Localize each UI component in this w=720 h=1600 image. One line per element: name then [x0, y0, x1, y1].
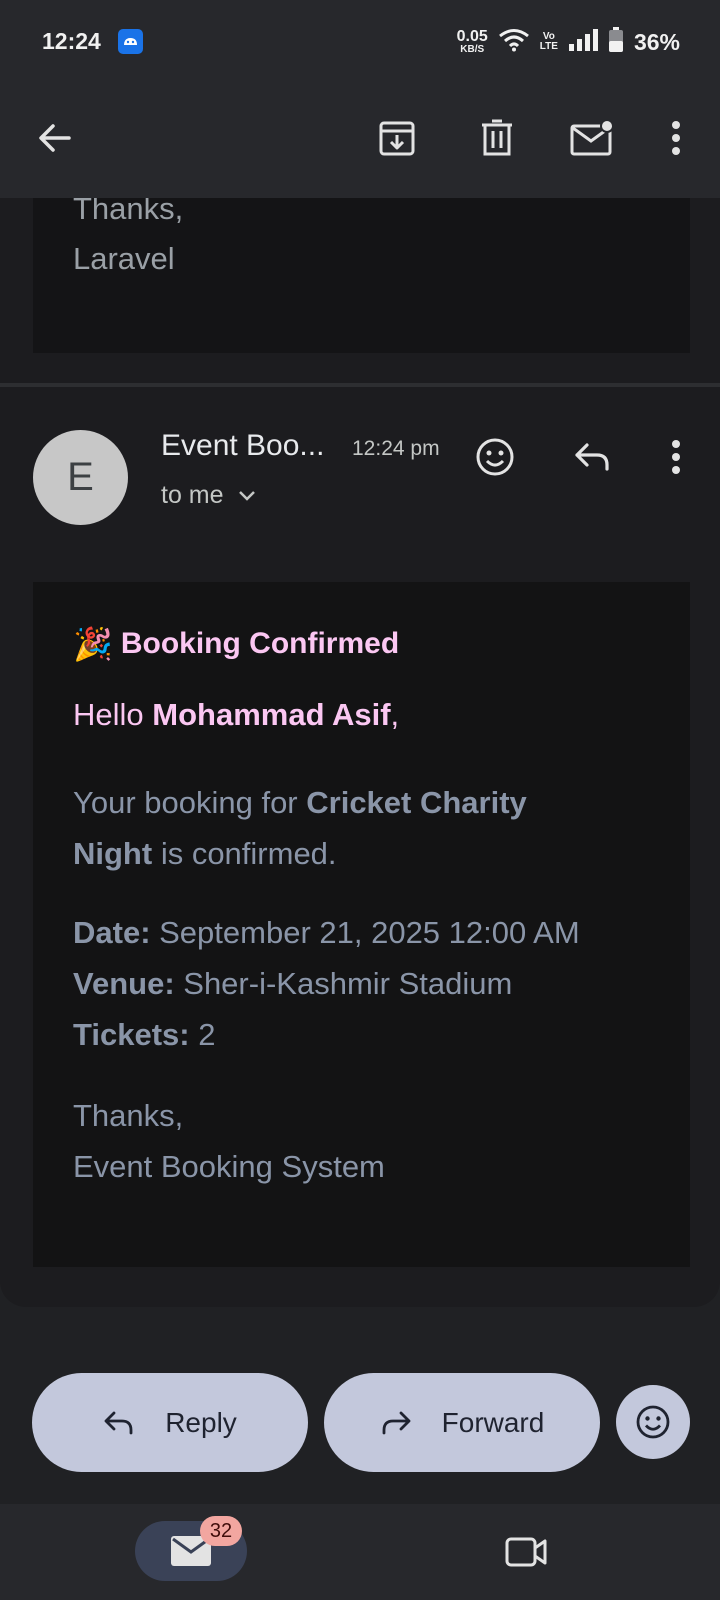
recipient-details-toggle[interactable]: to me	[161, 481, 256, 510]
previous-message-card: Thanks, Laravel	[0, 198, 720, 383]
greeting-prefix: Hello	[73, 697, 153, 732]
chevron-down-icon	[238, 490, 255, 501]
signal-icon	[568, 28, 598, 57]
battery-level: 36%	[633, 28, 680, 55]
add-reaction-button[interactable]	[470, 432, 520, 482]
forward-icon	[382, 1411, 411, 1434]
tickets-row: Tickets: 2	[73, 1009, 580, 1060]
recipient-label: to me	[161, 481, 224, 509]
unread-count-badge: 32	[200, 1516, 242, 1546]
forward-button-label: Forward	[441, 1406, 545, 1438]
battery-icon	[608, 26, 624, 58]
wifi-icon	[498, 28, 530, 57]
previous-message-text: Thanks, Laravel	[73, 198, 184, 276]
greeting-suffix: ,	[390, 697, 400, 732]
booking-suffix: is confirmed.	[152, 836, 337, 871]
status-bar: 12:24 0.05 KB/S Vo LTE 36%	[0, 0, 720, 84]
status-time: 12:24	[42, 28, 101, 54]
greeting: Hello Mohammad Asif,	[73, 697, 399, 733]
more-options-button[interactable]	[651, 113, 701, 163]
status-indicators: 0.05 KB/S Vo LTE 36%	[457, 22, 680, 62]
network-speed-unit: KB/S	[460, 44, 485, 55]
volte-bottom: LTE	[539, 41, 558, 52]
email-heading: 🎉 Booking Confirmed	[73, 625, 399, 663]
smiley-icon	[636, 1405, 670, 1439]
android-notification-icon	[118, 29, 143, 54]
archive-icon	[379, 121, 415, 156]
more-vert-icon	[672, 121, 680, 155]
reply-button[interactable]: Reply	[32, 1373, 308, 1472]
venue-value: Sher-i-Kashmir Stadium	[174, 966, 513, 1001]
forward-button[interactable]: Forward	[324, 1373, 600, 1472]
bottom-navigation: 32	[0, 1504, 720, 1600]
booking-prefix: Your booking for	[73, 785, 307, 820]
recipient-name: Mohammad Asif	[152, 697, 391, 732]
delete-button[interactable]	[472, 113, 522, 163]
booking-statement: Your booking for Cricket Charity Night i…	[73, 777, 613, 879]
emoji-reaction-button[interactable]	[616, 1385, 690, 1459]
mark-unread-button[interactable]	[567, 113, 617, 163]
smiley-icon	[476, 438, 514, 476]
tickets-label: Tickets:	[73, 1017, 190, 1052]
delete-icon	[482, 119, 512, 156]
reply-button-label: Reply	[165, 1406, 237, 1438]
message-card: E Event Boo... 12:24 pm to me 🎉 Booking …	[0, 387, 720, 1307]
date-value: September 21, 2025 12:00 AM	[150, 915, 580, 950]
message-more-button[interactable]	[651, 432, 701, 482]
signature-thanks: Thanks,	[73, 1098, 184, 1133]
sender-name[interactable]: Event Boo...	[161, 429, 324, 463]
signature-name: Event Booking System	[73, 1149, 385, 1184]
archive-button[interactable]	[372, 113, 422, 163]
date-row: Date: September 21, 2025 12:00 AM	[73, 907, 580, 958]
email-body: 🎉 Booking Confirmed Hello Mohammad Asif,…	[33, 582, 690, 1267]
previous-message-body: Thanks, Laravel	[33, 198, 690, 353]
back-arrow-icon	[39, 124, 71, 152]
mark-unread-icon	[570, 119, 614, 156]
venue-row: Venue: Sher-i-Kashmir Stadium	[73, 958, 580, 1009]
reply-icon-button[interactable]	[567, 432, 617, 482]
video-camera-icon	[505, 1537, 547, 1567]
sender-avatar[interactable]: E	[33, 430, 128, 525]
nav-meet-tab[interactable]	[505, 1536, 549, 1573]
booking-details: Date: September 21, 2025 12:00 AM Venue:…	[73, 907, 580, 1060]
network-speed: 0.05 KB/S	[457, 29, 488, 55]
tickets-value: 2	[189, 1017, 216, 1052]
network-speed-value: 0.05	[456, 28, 488, 45]
reply-icon	[104, 1411, 133, 1434]
top-app-bar	[0, 84, 720, 198]
volte-indicator: Vo LTE	[539, 31, 558, 53]
reply-icon	[575, 443, 609, 471]
back-button[interactable]	[30, 113, 80, 163]
more-vert-icon	[672, 440, 680, 474]
email-signature: Thanks, Event Booking System	[73, 1090, 385, 1192]
venue-label: Venue:	[73, 966, 175, 1001]
message-time: 12:24 pm	[352, 437, 440, 460]
date-label: Date:	[73, 915, 151, 950]
party-popper-icon: 🎉	[73, 626, 113, 662]
email-heading-text: Booking Confirmed	[120, 627, 400, 660]
